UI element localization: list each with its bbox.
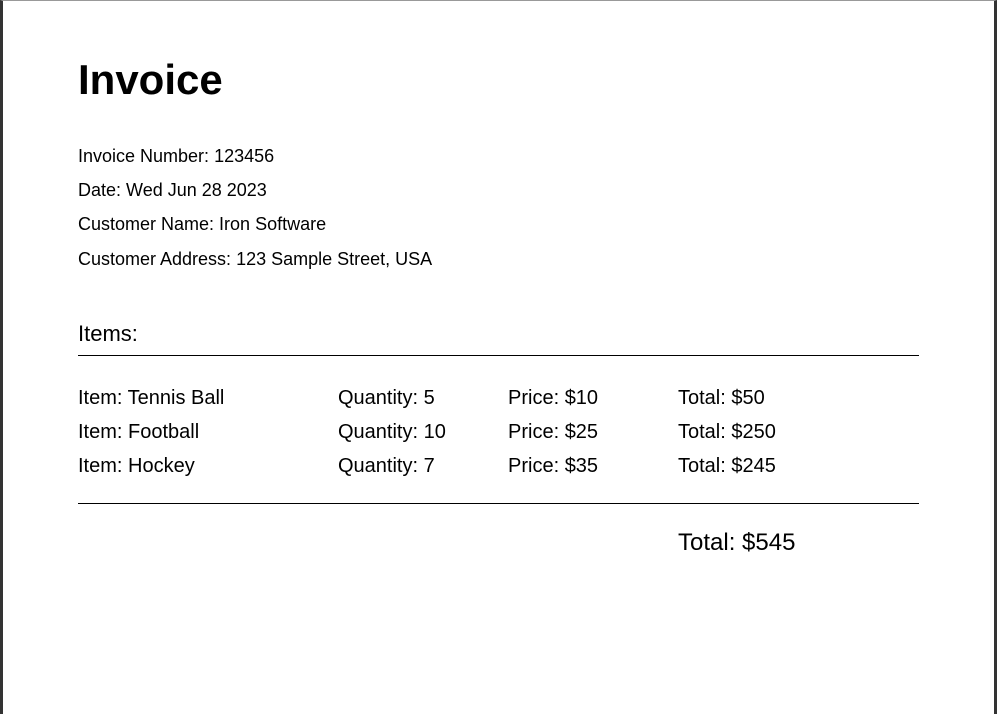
customer-address-line: Customer Address: 123 Sample Street, USA bbox=[78, 242, 919, 276]
qty-label: Quantity: bbox=[338, 455, 424, 477]
item-label: Item: bbox=[78, 455, 128, 477]
qty-cell: Quantity: 7 bbox=[338, 449, 508, 483]
price-cell: Price: $35 bbox=[508, 449, 678, 483]
grand-total-value: $545 bbox=[742, 529, 795, 556]
invoice-meta: Invoice Number: 123456 Date: Wed Jun 28 … bbox=[78, 139, 919, 276]
price-value: $10 bbox=[565, 387, 598, 409]
price-value: $25 bbox=[565, 421, 598, 443]
item-cell: Item: Tennis Ball bbox=[78, 381, 338, 415]
item-cell: Item: Football bbox=[78, 415, 338, 449]
customer-address-value: 123 Sample Street, USA bbox=[236, 249, 432, 269]
invoice-page: Invoice Invoice Number: 123456 Date: Wed… bbox=[3, 1, 994, 597]
price-label: Price: bbox=[508, 421, 565, 443]
price-label: Price: bbox=[508, 455, 565, 477]
customer-name-value: Iron Software bbox=[219, 214, 326, 234]
date-label: Date: bbox=[78, 180, 126, 200]
price-value: $35 bbox=[565, 455, 598, 477]
total-cell: Total: $245 bbox=[678, 449, 919, 483]
price-cell: Price: $10 bbox=[508, 381, 678, 415]
total-cell: Total: $250 bbox=[678, 415, 919, 449]
total-label: Total: bbox=[678, 421, 731, 443]
total-value: $50 bbox=[731, 387, 764, 409]
items-table: Item: Tennis Ball Quantity: 5 Price: $10… bbox=[78, 381, 919, 483]
customer-name-line: Customer Name: Iron Software bbox=[78, 207, 919, 241]
date-value: Wed Jun 28 2023 bbox=[126, 180, 267, 200]
qty-label: Quantity: bbox=[338, 421, 424, 443]
divider-top bbox=[78, 355, 919, 356]
total-label: Total: bbox=[678, 455, 731, 477]
qty-value: 5 bbox=[424, 387, 435, 409]
customer-address-label: Customer Address: bbox=[78, 249, 236, 269]
divider-bottom bbox=[78, 503, 919, 504]
table-row: Item: Tennis Ball Quantity: 5 Price: $10… bbox=[78, 381, 919, 415]
price-label: Price: bbox=[508, 387, 565, 409]
items-heading: Items: bbox=[78, 321, 919, 347]
table-row: Item: Football Quantity: 10 Price: $25 T… bbox=[78, 415, 919, 449]
table-row: Item: Hockey Quantity: 7 Price: $35 Tota… bbox=[78, 449, 919, 483]
total-cell: Total: $50 bbox=[678, 381, 919, 415]
grand-total-label: Total: bbox=[678, 529, 742, 556]
item-cell: Item: Hockey bbox=[78, 449, 338, 483]
total-value: $250 bbox=[731, 421, 776, 443]
qty-value: 7 bbox=[424, 455, 435, 477]
item-label: Item: bbox=[78, 421, 128, 443]
qty-cell: Quantity: 5 bbox=[338, 381, 508, 415]
customer-name-label: Customer Name: bbox=[78, 214, 219, 234]
item-name: Football bbox=[128, 421, 199, 443]
item-name: Hockey bbox=[128, 455, 195, 477]
qty-label: Quantity: bbox=[338, 387, 424, 409]
page-title: Invoice bbox=[78, 56, 919, 104]
price-cell: Price: $25 bbox=[508, 415, 678, 449]
item-label: Item: bbox=[78, 387, 128, 409]
item-name: Tennis Ball bbox=[128, 387, 225, 409]
invoice-number-line: Invoice Number: 123456 bbox=[78, 139, 919, 173]
grand-total: Total: $545 bbox=[78, 529, 919, 557]
date-line: Date: Wed Jun 28 2023 bbox=[78, 173, 919, 207]
qty-value: 10 bbox=[424, 421, 446, 443]
total-label: Total: bbox=[678, 387, 731, 409]
invoice-number-value: 123456 bbox=[214, 146, 274, 166]
qty-cell: Quantity: 10 bbox=[338, 415, 508, 449]
invoice-number-label: Invoice Number: bbox=[78, 146, 214, 166]
total-value: $245 bbox=[731, 455, 776, 477]
